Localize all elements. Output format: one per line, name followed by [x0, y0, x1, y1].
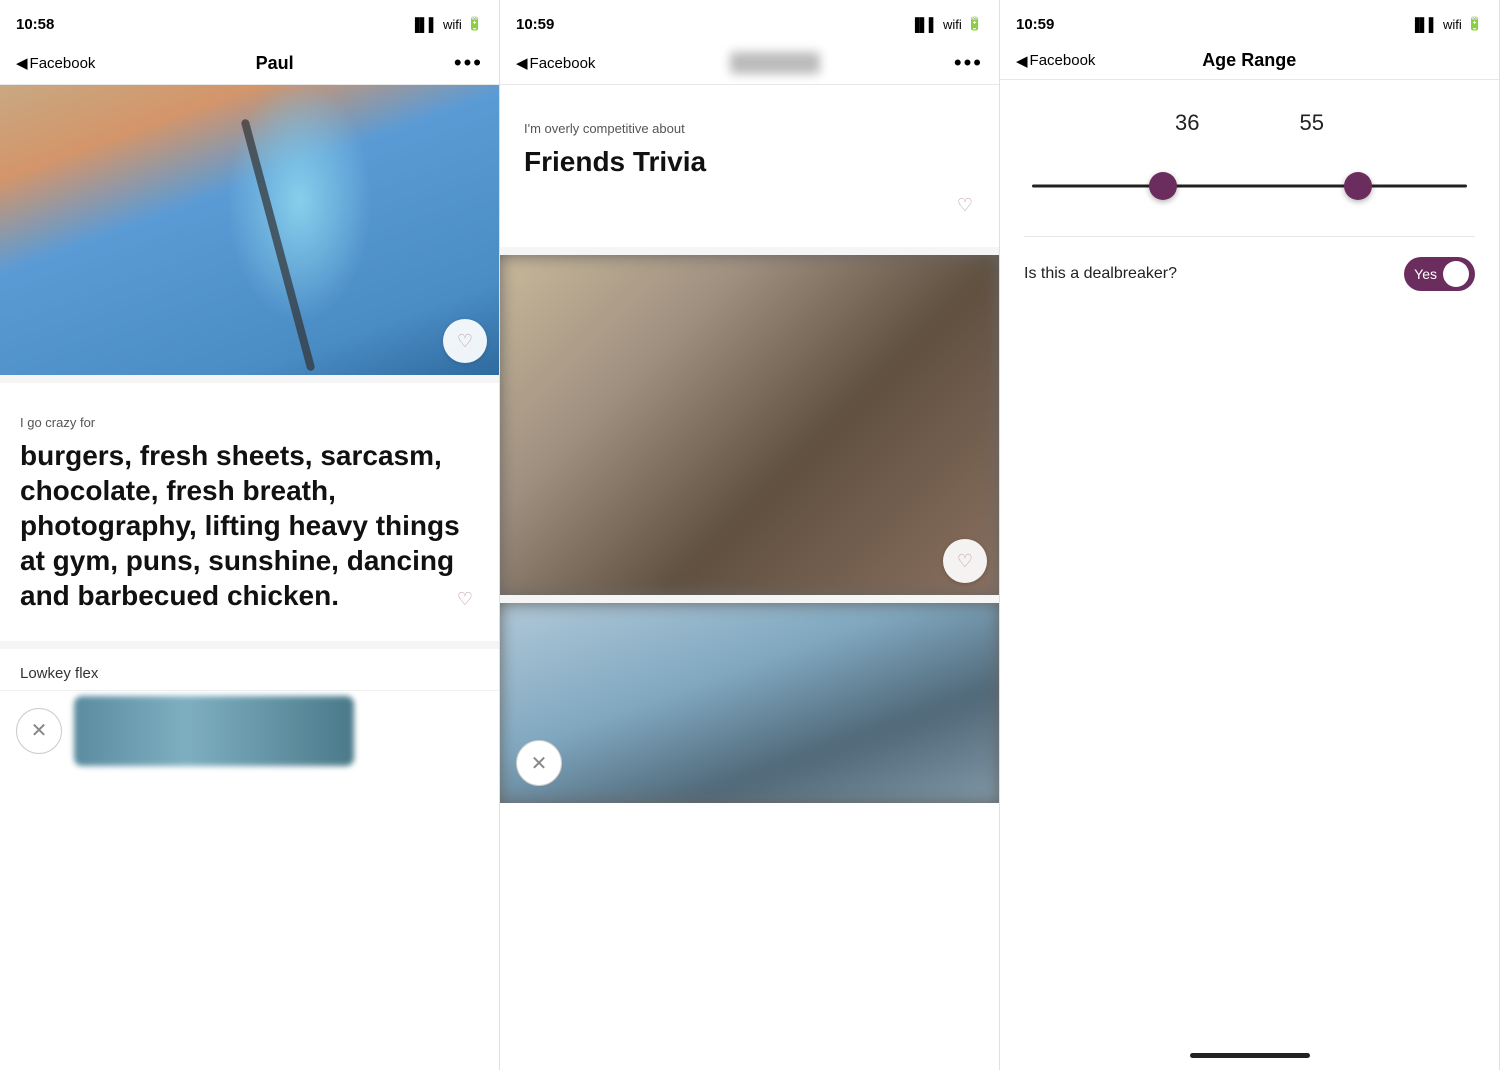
card-label-1: I go crazy for: [20, 415, 479, 430]
like-photo-button-2[interactable]: ♡: [943, 539, 987, 583]
profile-photo-img: [0, 85, 499, 375]
dealbreaker-toggle[interactable]: Yes: [1404, 257, 1475, 291]
time-3: 10:59: [1016, 16, 1054, 33]
thumbnail-photo-1: [74, 696, 354, 766]
signal-icon-3: ▐▌▌: [1410, 17, 1438, 32]
status-bar-3: 10:59 ▐▌▌ wifi 🔋: [1000, 0, 1499, 44]
back-button-1[interactable]: ◀ Facebook: [16, 54, 95, 72]
bottom-action-bar-2: ✕: [500, 723, 999, 803]
divider-3: [500, 247, 999, 255]
age-range-slider[interactable]: [1032, 166, 1467, 206]
back-label-1: Facebook: [30, 55, 96, 72]
lowkey-flex-card: Lowkey flex: [0, 649, 499, 682]
home-bar: [1190, 1053, 1310, 1058]
blurred-photo-1: [500, 255, 999, 595]
divider-4: [500, 595, 999, 603]
divider-1: [0, 375, 499, 383]
wifi-icon-2: wifi: [943, 17, 962, 32]
status-icons-1: ▐▌▌ wifi 🔋: [410, 16, 483, 32]
photo-card-1: ♡: [500, 255, 999, 595]
status-bar-2: 10:59 ▐▌▌ wifi 🔋: [500, 0, 999, 44]
toggle-circle: [1443, 261, 1469, 287]
panel-profile-2: 10:59 ▐▌▌ wifi 🔋 ◀ Facebook ••• I'm over…: [500, 0, 1000, 1070]
back-arrow-2: ◀: [516, 54, 528, 72]
spacer-3: [1000, 341, 1499, 1040]
age-max-value: 55: [1300, 110, 1324, 136]
like-photo-button-1[interactable]: ♡: [443, 319, 487, 363]
age-min-value: 36: [1175, 110, 1199, 136]
bottom-action-bar-1: ✕: [0, 690, 499, 770]
battery-icon-1: 🔋: [467, 16, 483, 32]
back-label-2: Facebook: [530, 55, 596, 72]
slider-thumb-min[interactable]: [1149, 172, 1177, 200]
scroll-content-1: ♡ I go crazy for burgers, fresh sheets, …: [0, 85, 499, 1070]
back-label-3: Facebook: [1030, 52, 1096, 69]
back-button-3[interactable]: ◀ Facebook: [1016, 52, 1095, 70]
status-icons-3: ▐▌▌ wifi 🔋: [1410, 16, 1483, 32]
home-indicator-3: [1000, 1040, 1499, 1070]
back-arrow-1: ◀: [16, 54, 28, 72]
dislike-button-2[interactable]: ✕: [516, 740, 562, 786]
status-icons-2: ▐▌▌ wifi 🔋: [910, 16, 983, 32]
toggle-yes-label: Yes: [1414, 266, 1437, 282]
back-arrow-3: ◀: [1016, 52, 1028, 70]
battery-icon-2: 🔋: [967, 16, 983, 32]
trivia-title: Friends Trivia: [524, 144, 975, 179]
wifi-icon-3: wifi: [1443, 17, 1462, 32]
more-button-1[interactable]: •••: [454, 50, 483, 76]
dealbreaker-row: Is this a dealbreaker? Yes: [1024, 236, 1475, 311]
more-button-2[interactable]: •••: [954, 50, 983, 76]
age-values-row: 36 55: [1024, 110, 1475, 136]
nav-bar-3: ◀ Facebook Age Range: [1000, 44, 1499, 80]
profile-photo: ♡: [0, 85, 499, 375]
signal-icon-2: ▐▌▌: [910, 17, 938, 32]
divider-2: [0, 641, 499, 649]
profile-name: Paul: [256, 53, 294, 74]
panel-age-range: 10:59 ▐▌▌ wifi 🔋 ◀ Facebook Age Range 36…: [1000, 0, 1500, 1070]
signal-icon-1: ▐▌▌: [410, 17, 438, 32]
lowkey-flex-label: Lowkey flex: [20, 665, 479, 682]
trivia-label: I'm overly competitive about: [524, 121, 975, 136]
nav-bar-1: ◀ Facebook Paul •••: [0, 44, 499, 85]
battery-icon-3: 🔋: [1467, 16, 1483, 32]
photo-card-2-partial: ✕: [500, 603, 999, 803]
dislike-button-1[interactable]: ✕: [16, 708, 62, 754]
panel-paul-profile: 10:58 ▐▌▌ wifi 🔋 ◀ Facebook Paul ••• ♡ I…: [0, 0, 500, 1070]
profile-name-blurred: [730, 52, 820, 74]
like-card-button-1[interactable]: ♡: [445, 579, 485, 619]
age-range-content: 36 55 Is this a dealbreaker? Yes: [1000, 80, 1499, 341]
time-1: 10:58: [16, 16, 54, 33]
back-button-2[interactable]: ◀ Facebook: [516, 54, 595, 72]
slider-track: [1032, 185, 1467, 188]
card-crazy-for: I go crazy for burgers, fresh sheets, sa…: [0, 391, 499, 633]
card-text-1: burgers, fresh sheets, sarcasm, chocolat…: [20, 438, 479, 613]
like-trivia-button[interactable]: ♡: [945, 185, 985, 225]
trivia-card: I'm overly competitive about Friends Tri…: [500, 93, 999, 239]
nav-bar-2: ◀ Facebook •••: [500, 44, 999, 85]
dealbreaker-label: Is this a dealbreaker?: [1024, 265, 1177, 283]
age-range-title: Age Range: [1107, 50, 1391, 71]
wifi-icon-1: wifi: [443, 17, 462, 32]
time-2: 10:59: [516, 16, 554, 33]
slider-thumb-max[interactable]: [1344, 172, 1372, 200]
status-bar-1: 10:58 ▐▌▌ wifi 🔋: [0, 0, 499, 44]
